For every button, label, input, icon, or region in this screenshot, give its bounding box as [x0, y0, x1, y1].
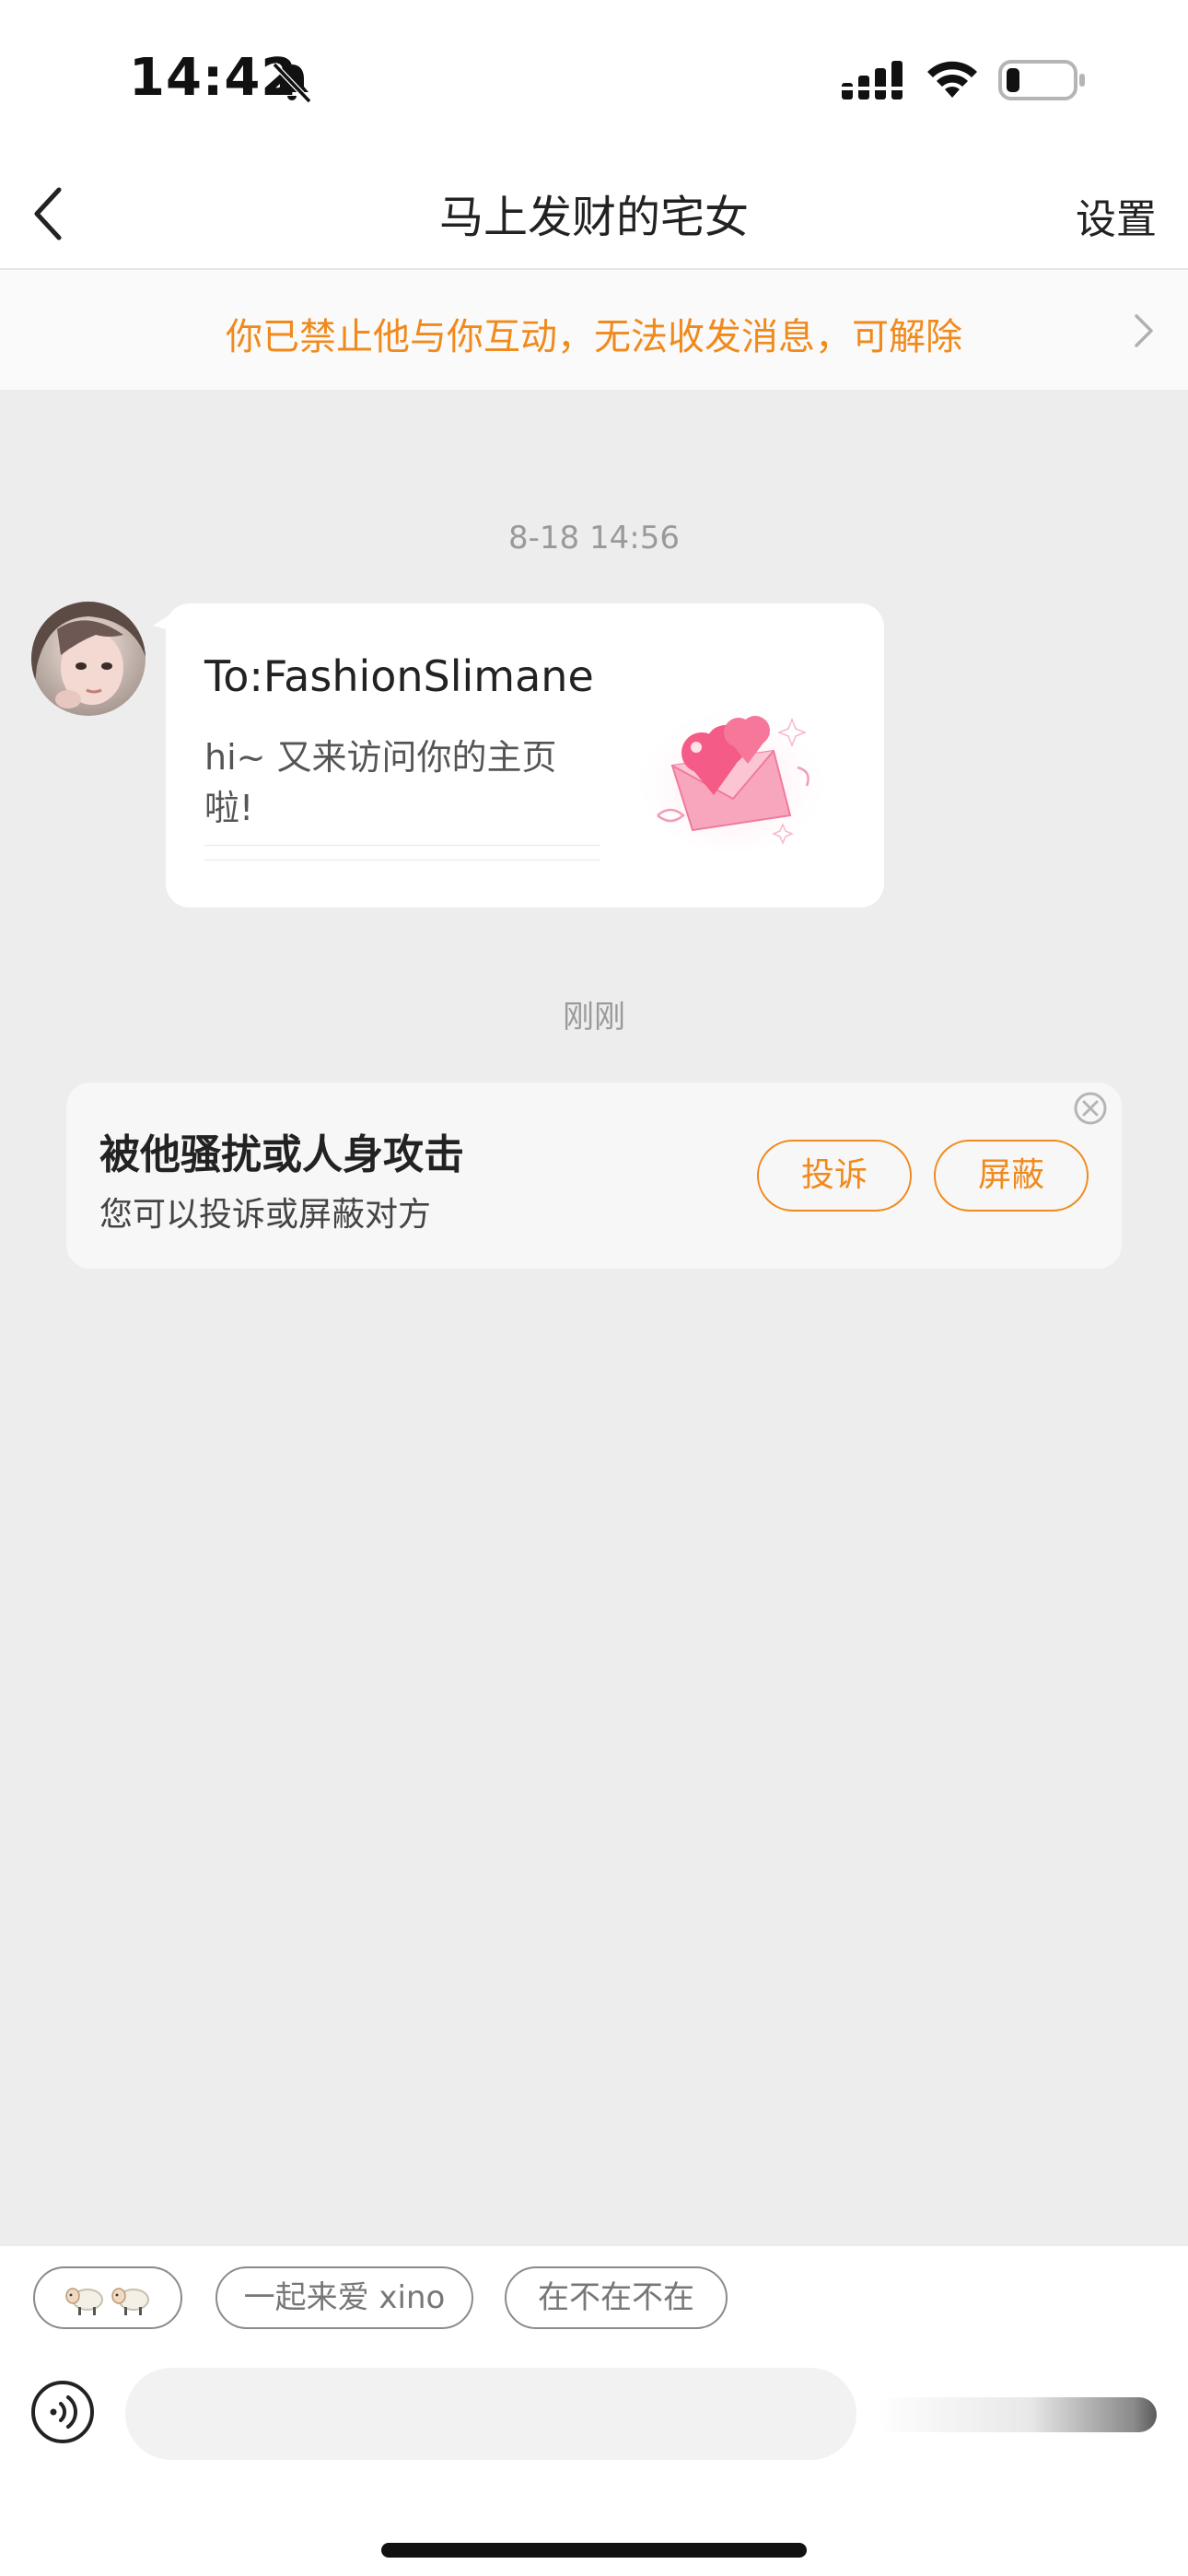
chevron-right-icon	[1135, 314, 1153, 347]
safety-subtitle: 您可以投诉或屏蔽对方	[99, 1196, 432, 1234]
bell-off-icon	[272, 62, 312, 104]
message-timestamp: 8-18 14:56	[508, 520, 680, 556]
status-bar: 14:42	[0, 0, 1188, 157]
block-button[interactable]: 屏蔽	[934, 1140, 1089, 1212]
card-message: hi~ 又来访问你的主页啦!	[204, 729, 600, 846]
safety-title: 被他骚扰或人身攻击	[99, 1131, 464, 1178]
close-icon[interactable]	[1072, 1090, 1109, 1127]
blocked-banner[interactable]: 你已禁止他与你互动，无法收发消息，可解除	[0, 270, 1188, 390]
page-title: 马上发财的宅女	[438, 192, 749, 243]
send-area[interactable]	[875, 2397, 1157, 2432]
composer-area: 一起来爱 xino 在不在不在	[0, 2244, 1188, 2576]
wifi-icon	[927, 61, 977, 98]
report-button[interactable]: 投诉	[757, 1140, 912, 1212]
safety-tip-card: 被他骚扰或人身攻击 您可以投诉或屏蔽对方 投诉 屏蔽	[66, 1083, 1122, 1269]
quick-reply-sheep[interactable]	[33, 2266, 182, 2329]
nav-bar: 马上发财的宅女 设置	[0, 157, 1188, 270]
battery-icon	[998, 60, 1085, 100]
chat-screen: 14:42 马上发财的宅女 设置 你已禁止他与你互动，无法收发消息，可解除 8-…	[0, 0, 1188, 2576]
message-card[interactable]: To:FashionSlimane hi~ 又来访问你的主页啦!	[153, 603, 884, 907]
blocked-banner-text: 你已禁止他与你互动，无法收发消息，可解除	[226, 316, 962, 358]
sheep-icon	[65, 2287, 103, 2315]
bubble-tail	[153, 613, 173, 631]
signal-icon	[842, 61, 903, 100]
avatar[interactable]	[31, 602, 146, 716]
settings-button[interactable]: 设置	[1076, 186, 1157, 245]
sheep-icon	[111, 2287, 149, 2315]
home-indicator	[381, 2543, 807, 2558]
card-divider	[204, 860, 600, 861]
card-recipient: To:FashionSlimane	[204, 651, 594, 701]
heart-envelope-icon	[640, 705, 824, 852]
voice-input-icon[interactable]	[29, 2379, 96, 2445]
quick-reply-3[interactable]: 在不在不在	[505, 2266, 728, 2329]
avatar-image	[31, 602, 146, 716]
message-input[interactable]	[125, 2368, 856, 2460]
quick-reply-2[interactable]: 一起来爱 xino	[215, 2266, 473, 2329]
recent-timestamp: 刚刚	[563, 999, 625, 1036]
